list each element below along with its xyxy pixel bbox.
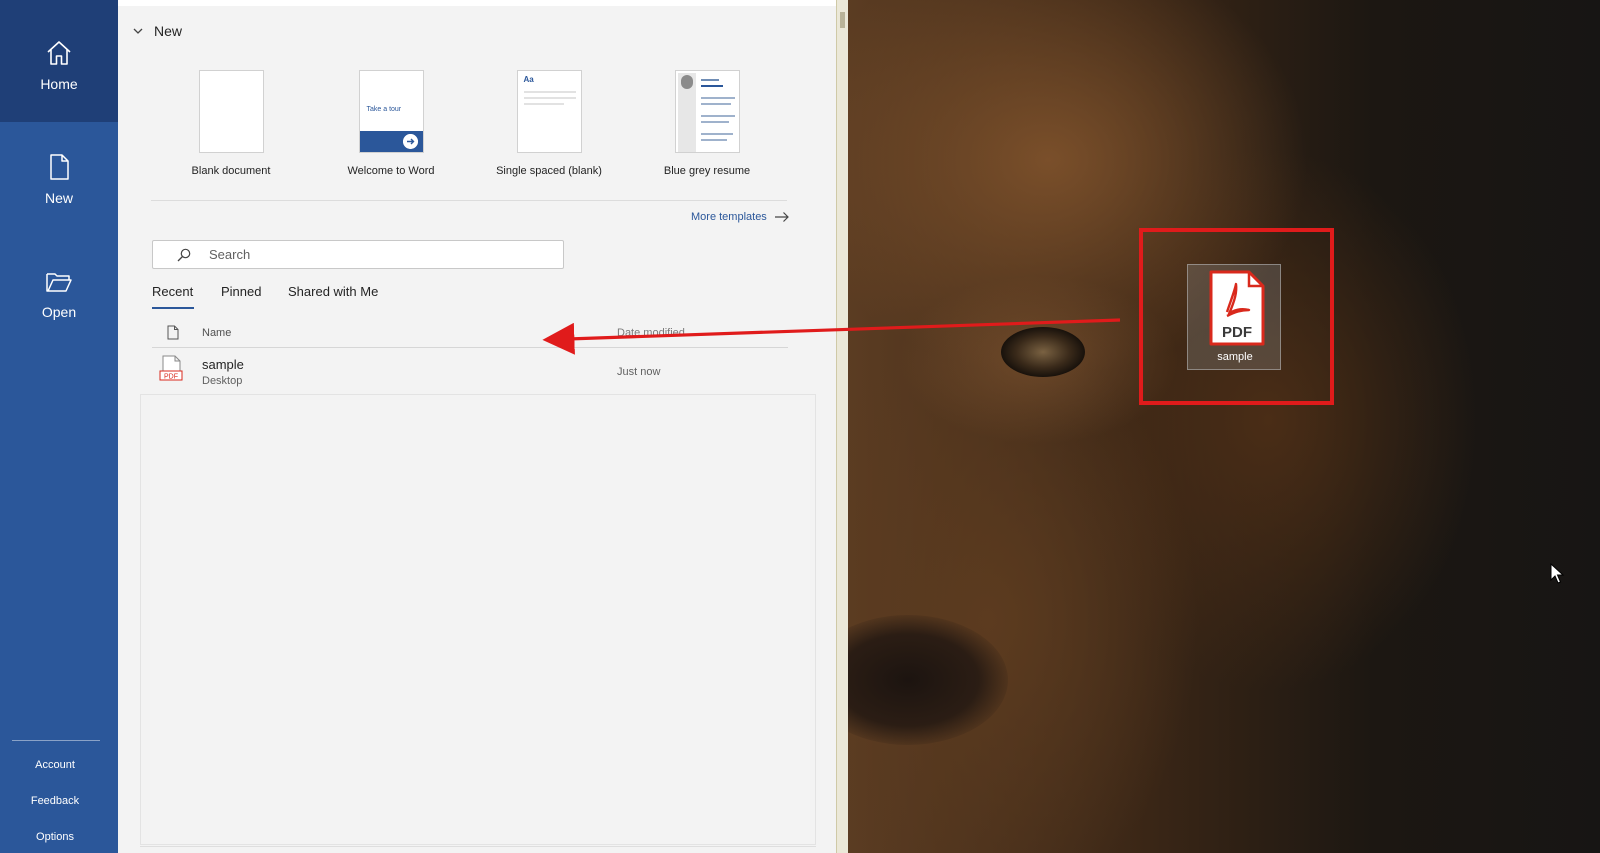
template-thumb-line <box>700 103 731 105</box>
column-header-name[interactable]: Name <box>202 327 231 339</box>
template-thumb-line <box>523 91 576 93</box>
desktop-wallpaper: PDF sample <box>848 0 1600 853</box>
search-icon <box>177 248 191 261</box>
nav-feedback[interactable]: Feedback <box>0 795 110 807</box>
nav-new-label: New <box>44 190 73 206</box>
template-thumbnail <box>674 70 740 153</box>
template-thumb-line <box>700 121 729 123</box>
home-icon <box>47 41 71 65</box>
new-section-header[interactable]: New <box>132 23 182 39</box>
template-label: Single spaced (blank) <box>496 165 602 177</box>
list-header-divider <box>152 347 788 348</box>
window-scrollbar[interactable] <box>836 0 848 853</box>
template-thumbnail: Take a tour <box>358 70 424 153</box>
template-blank-document[interactable]: Blank document <box>151 70 311 177</box>
template-thumb-line <box>700 79 719 81</box>
template-thumb-text: Aa <box>523 75 534 84</box>
template-label: Blank document <box>191 165 271 177</box>
arrow-right-icon <box>402 134 418 149</box>
scrollbar-thumb[interactable] <box>840 12 845 28</box>
tab-shared-with-me[interactable]: Shared with Me <box>288 284 378 299</box>
backstage-panel: New Blank document Take a tour Welcome t… <box>118 0 836 853</box>
template-thumb-line <box>700 97 735 99</box>
template-thumbnail: Aa <box>516 70 582 153</box>
nav-options[interactable]: Options <box>0 831 110 843</box>
arrow-right-icon <box>774 212 789 222</box>
template-welcome-to-word[interactable]: Take a tour Welcome to Word <box>311 70 471 177</box>
column-header-date[interactable]: Date modified <box>617 327 685 339</box>
template-thumb-line <box>700 85 723 87</box>
chevron-down-icon <box>133 28 143 34</box>
file-type-icon <box>167 325 179 340</box>
template-label: Blue grey resume <box>663 165 751 177</box>
template-thumb-line <box>523 97 576 99</box>
more-templates-label: More templates <box>691 211 767 223</box>
panel-bottom-divider <box>140 846 816 847</box>
recent-files-list <box>140 394 816 845</box>
folder-open-icon <box>46 273 72 292</box>
search-input[interactable] <box>207 246 547 263</box>
nav-divider <box>12 740 100 741</box>
nav-open[interactable]: Open <box>0 262 118 320</box>
file-name: sample <box>202 357 244 372</box>
more-templates-link[interactable]: More templates <box>691 211 790 223</box>
template-thumb-photo <box>680 75 693 89</box>
pdf-file-icon: PDF <box>159 355 183 381</box>
template-blue-grey-resume[interactable]: Blue grey resume <box>627 70 787 177</box>
backstage-nav: Home New Open Account Feedback Options <box>0 0 118 853</box>
pdf-badge-text: PDF <box>164 373 178 380</box>
file-location: Desktop <box>202 375 243 387</box>
nav-new[interactable]: New <box>0 148 118 206</box>
template-thumb-text: Take a tour <box>366 106 402 113</box>
template-label: Welcome to Word <box>347 165 435 177</box>
tab-pinned[interactable]: Pinned <box>221 284 261 299</box>
new-document-icon <box>50 154 69 180</box>
nav-home-label: Home <box>40 76 78 92</box>
wallpaper-lion-nose <box>848 615 1008 745</box>
template-thumbnail <box>198 70 264 153</box>
tab-recent[interactable]: Recent <box>152 284 195 309</box>
file-date-modified: Just now <box>617 366 661 378</box>
nav-open-label: Open <box>41 304 77 320</box>
search-box[interactable] <box>152 240 564 269</box>
template-thumb-line <box>523 103 564 105</box>
annotation-highlight-box <box>1139 228 1334 405</box>
wallpaper-lion-eye <box>1001 327 1085 377</box>
nav-home[interactable]: Home <box>0 0 118 122</box>
table-row[interactable]: PDF sample Desktop Just now <box>152 350 788 392</box>
new-section-title: New <box>154 23 183 39</box>
template-single-spaced[interactable]: Aa Single spaced (blank) <box>469 70 629 177</box>
templates-divider <box>151 200 787 201</box>
template-thumb-line <box>700 133 733 135</box>
template-thumb-line <box>700 139 727 141</box>
nav-account[interactable]: Account <box>0 759 110 771</box>
template-thumb-line <box>700 115 735 117</box>
panel-top-edge <box>118 0 836 6</box>
mouse-cursor-icon <box>1550 563 1565 584</box>
